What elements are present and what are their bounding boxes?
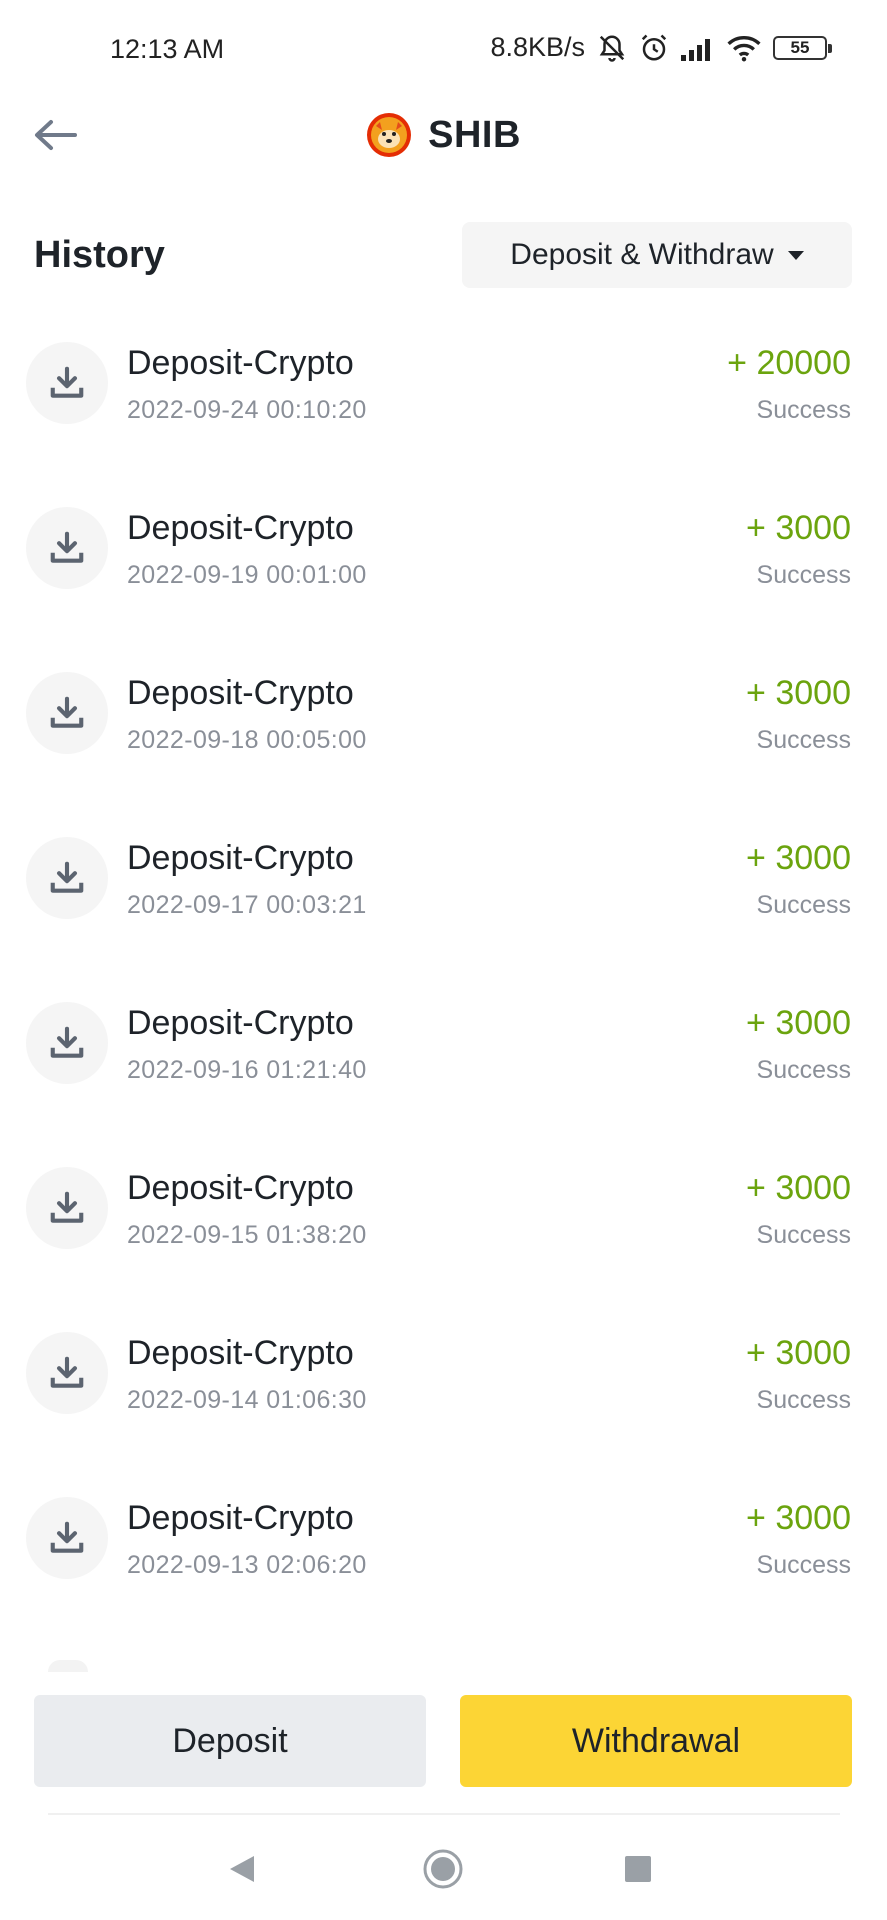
transaction-status: Success bbox=[756, 726, 851, 754]
transaction-amount: + 3000 bbox=[746, 1004, 851, 1042]
divider bbox=[48, 1813, 840, 1815]
transaction-date: 2022-09-15 01:38:20 bbox=[127, 1221, 367, 1249]
status-time: 12:13 AM bbox=[110, 34, 225, 64]
status-bar: 12:13 AM 8.8KB/s 55 bbox=[0, 0, 887, 104]
circle-home-icon bbox=[423, 1849, 463, 1889]
square-recents-icon bbox=[625, 1856, 651, 1882]
transaction-date: 2022-09-14 01:06:30 bbox=[127, 1386, 367, 1414]
transaction-date: 2022-09-18 00:05:00 bbox=[127, 726, 367, 754]
transaction-type: Deposit-Crypto bbox=[127, 674, 354, 712]
transaction-amount: + 3000 bbox=[746, 1169, 851, 1207]
transaction-type: Deposit-Crypto bbox=[127, 509, 354, 547]
net-speed: 8.8KB/s bbox=[490, 32, 585, 62]
transaction-status: Success bbox=[756, 1551, 851, 1579]
transaction-status: Success bbox=[756, 1386, 851, 1414]
download-icon bbox=[26, 507, 108, 589]
transaction-type: Deposit-Crypto bbox=[127, 1169, 354, 1207]
transaction-row[interactable]: Deposit-Crypto 2022-09-16 01:21:40 + 300… bbox=[0, 990, 887, 1100]
transaction-status: Success bbox=[756, 891, 851, 919]
transaction-amount: + 3000 bbox=[746, 839, 851, 877]
transaction-amount: + 3000 bbox=[746, 1334, 851, 1372]
signal-icon bbox=[681, 35, 715, 61]
transaction-amount: + 3000 bbox=[746, 1499, 851, 1537]
mute-bell-icon bbox=[597, 33, 627, 63]
wifi-icon bbox=[727, 34, 761, 62]
transaction-date: 2022-09-19 00:01:00 bbox=[127, 561, 367, 589]
transaction-amount: + 3000 bbox=[746, 509, 851, 547]
transaction-row[interactable]: Deposit-Crypto 2022-09-15 01:38:20 + 300… bbox=[0, 1155, 887, 1265]
nav-back-button[interactable] bbox=[212, 1844, 272, 1894]
transaction-status: Success bbox=[756, 1056, 851, 1084]
triangle-back-icon bbox=[230, 1856, 254, 1882]
transaction-status: Success bbox=[756, 1221, 851, 1249]
caret-down-icon bbox=[787, 250, 804, 260]
transaction-type: Deposit-Crypto bbox=[127, 1499, 354, 1537]
nav-home-button[interactable] bbox=[413, 1844, 473, 1894]
alarm-icon bbox=[639, 33, 669, 63]
header-title-group: SHIB bbox=[0, 100, 887, 170]
download-icon bbox=[26, 1167, 108, 1249]
download-icon bbox=[26, 1002, 108, 1084]
transaction-row[interactable]: Deposit-Crypto 2022-09-19 00:01:00 + 300… bbox=[0, 495, 887, 605]
history-header: History Deposit & Withdraw bbox=[34, 222, 852, 288]
history-filter-dropdown[interactable]: Deposit & Withdraw bbox=[462, 222, 852, 288]
transaction-status: Success bbox=[756, 396, 851, 424]
nav-recents-button[interactable] bbox=[608, 1844, 668, 1894]
download-icon bbox=[26, 672, 108, 754]
download-icon bbox=[26, 837, 108, 919]
download-icon bbox=[26, 342, 108, 424]
transaction-row[interactable]: Deposit-Crypto 2022-09-18 00:05:00 + 300… bbox=[0, 660, 887, 770]
battery-icon: 55 bbox=[773, 35, 832, 60]
download-icon bbox=[26, 1332, 108, 1414]
download-icon bbox=[26, 1497, 108, 1579]
transaction-status: Success bbox=[756, 561, 851, 589]
history-title: History bbox=[34, 234, 165, 276]
withdrawal-button[interactable]: Withdrawal bbox=[460, 1695, 852, 1787]
transaction-date: 2022-09-24 00:10:20 bbox=[127, 396, 367, 424]
transaction-row[interactable]: Deposit-Crypto 2022-09-17 00:03:21 + 300… bbox=[0, 825, 887, 935]
page-title: SHIB bbox=[428, 113, 521, 156]
transaction-date: 2022-09-16 01:21:40 bbox=[127, 1056, 367, 1084]
transaction-type: Deposit-Crypto bbox=[127, 839, 354, 877]
transaction-row[interactable]: Deposit-Crypto 2022-09-14 01:06:30 + 300… bbox=[0, 1320, 887, 1430]
next-row-peek bbox=[48, 1660, 88, 1672]
transaction-date: 2022-09-17 00:03:21 bbox=[127, 891, 367, 919]
transaction-amount: + 20000 bbox=[727, 344, 851, 382]
transaction-type: Deposit-Crypto bbox=[127, 1004, 354, 1042]
transaction-type: Deposit-Crypto bbox=[127, 344, 354, 382]
transaction-type: Deposit-Crypto bbox=[127, 1334, 354, 1372]
deposit-button[interactable]: Deposit bbox=[34, 1695, 426, 1787]
shib-coin-logo bbox=[367, 113, 412, 157]
system-nav-bar bbox=[0, 1830, 887, 1906]
filter-label: Deposit & Withdraw bbox=[510, 238, 774, 271]
transaction-amount: + 3000 bbox=[746, 674, 851, 712]
action-bar: Deposit Withdrawal bbox=[34, 1695, 852, 1787]
transaction-date: 2022-09-13 02:06:20 bbox=[127, 1551, 367, 1579]
status-indicators: 8.8KB/s 55 bbox=[490, 32, 832, 63]
transaction-row[interactable]: Deposit-Crypto 2022-09-24 00:10:20 + 200… bbox=[0, 330, 887, 440]
top-app-bar: SHIB bbox=[0, 100, 887, 170]
transaction-row[interactable]: Deposit-Crypto 2022-09-13 02:06:20 + 300… bbox=[0, 1485, 887, 1595]
